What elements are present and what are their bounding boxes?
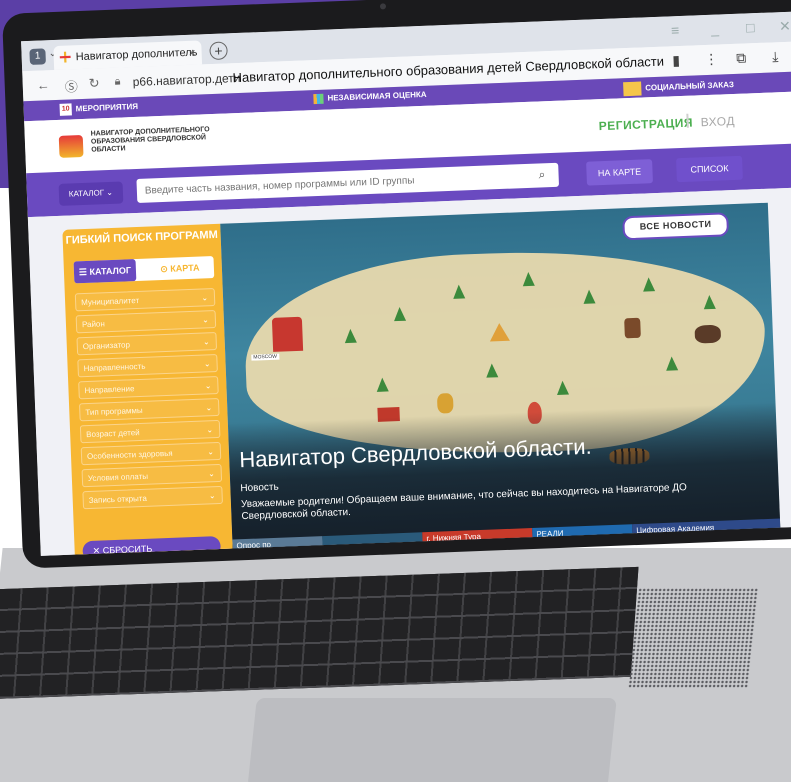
chevron-down-icon: ⌄ (201, 293, 209, 303)
bookmark-icon[interactable]: ▮ (672, 52, 680, 69)
tree-icon (583, 289, 596, 304)
chevron-down-icon: ⌄ (202, 315, 210, 325)
back-icon[interactable]: ← (36, 77, 50, 92)
tree-icon (452, 284, 466, 299)
on-map-button[interactable]: НА КАРТЕ (586, 159, 653, 186)
site-logo-text[interactable]: НАВИГАТОР ДОПОЛНИТЕЛЬНОГО ОБРАЗОВАНИЯ СВ… (91, 125, 232, 154)
independent-rating-link[interactable]: НЕЗАВИСИМАЯ ОЦЕНКА (313, 90, 427, 105)
scene: 1 ⌄ Навигатор дополнитель × + ≡ _ □ ✕ ← … (0, 0, 791, 782)
news-thumb[interactable] (322, 532, 423, 551)
events-link[interactable]: 10 МЕРОПРИЯТИЯ (59, 101, 138, 116)
deer-illustration (624, 317, 641, 339)
new-tab-button[interactable]: + (209, 41, 228, 61)
chevron-down-icon: ⌄ (205, 403, 213, 413)
tree-icon (642, 277, 656, 292)
chevron-down-icon: ⌄ (207, 469, 215, 479)
tree-icon (703, 294, 716, 310)
close-icon[interactable]: ✕ (779, 18, 791, 35)
tree-icon (522, 271, 535, 287)
region-emblem-icon[interactable] (58, 134, 84, 158)
reload-icon[interactable]: ↻ (88, 75, 100, 91)
download-icon[interactable]: ⤓ (772, 48, 779, 65)
samovar-illustration (436, 392, 454, 414)
search-input[interactable] (136, 162, 560, 203)
banner-category: Новость (240, 481, 279, 495)
map-city-label: MOSCOW (251, 353, 280, 361)
chevron-down-icon: ⌄ (206, 425, 214, 435)
news-banner[interactable]: MOSCOW ВСЕ НОВОСТИ Навигатор Свердловско… (220, 202, 781, 554)
keyboard-rows (0, 566, 639, 700)
laptop-base (0, 548, 791, 782)
chevron-down-icon: ⌄ (208, 491, 216, 501)
bear-illustration (694, 324, 722, 344)
search-icon[interactable]: ⌕ (538, 167, 545, 182)
list-button[interactable]: СПИСОК (676, 155, 743, 183)
catalog-dropdown-button[interactable]: КАТАЛОГ ⌄ (58, 181, 124, 206)
menu-icon[interactable]: ≡ (671, 22, 680, 38)
filter-program-type[interactable]: Тип программы ⌄ (79, 397, 220, 422)
calendar-icon: 10 (59, 103, 72, 116)
filter-child-age[interactable]: Возраст детей ⌄ (79, 419, 221, 444)
filter-focus[interactable]: Направленность ⌄ (77, 353, 218, 378)
filter-municipality[interactable]: Муниципалитет ⌄ (74, 288, 216, 312)
chevron-down-icon: ⌄ (204, 381, 212, 391)
maximize-icon[interactable]: □ (746, 19, 755, 35)
filter-enrollment-open[interactable]: Запись открыта ⌄ (82, 485, 223, 510)
chevron-down-icon: ⌄ (202, 337, 210, 347)
register-link[interactable]: РЕГИСТРАЦИЯ (598, 116, 693, 134)
sidebar-title: ГИБКИЙ ПОИСК ПРОГРАММ (65, 228, 218, 247)
close-tab-icon[interactable]: × (188, 41, 196, 65)
tab-title: Навигатор дополнитель (75, 46, 198, 64)
all-news-button[interactable]: ВСЕ НОВОСТИ (622, 212, 730, 241)
laptop-lid: 1 ⌄ Навигатор дополнитель × + ≡ _ □ ✕ ← … (2, 0, 791, 569)
tree-icon (376, 377, 389, 392)
url-text[interactable]: р66.навигатор.дети (132, 71, 240, 89)
tab-catalog[interactable]: ☰ КАТАЛОГ (73, 259, 137, 284)
tree-icon (556, 380, 570, 395)
filter-health[interactable]: Особенности здоровья ⌄ (80, 441, 222, 466)
filter-sidebar: ГИБКИЙ ПОИСК ПРОГРАММ ☰ КАТАЛОГ ⊙ КАРТА … (62, 223, 233, 556)
chevron-down-icon: ⌄ (207, 447, 215, 457)
kremlin-illustration (271, 316, 304, 352)
tree-icon (393, 306, 407, 322)
view-tabs: ☰ КАТАЛОГ ⊙ КАРТА (73, 256, 215, 284)
tree-icon (485, 363, 499, 378)
filter-district[interactable]: Район ⌄ (75, 310, 217, 334)
trackpad (247, 698, 617, 782)
filter-organizer[interactable]: Организатор ⌄ (76, 332, 218, 356)
news-thumb[interactable]: г. Нижняя Тура (422, 528, 533, 547)
site-favicon-icon (59, 51, 71, 63)
news-thumb[interactable]: Опрос по (232, 536, 323, 554)
tab-map[interactable]: ⊙ КАРТА (145, 256, 214, 281)
camera-icon (379, 3, 387, 10)
balalaika-illustration (489, 322, 510, 342)
filter-payment[interactable]: Условия оплаты ⌄ (81, 463, 223, 488)
reset-filters-button[interactable]: ✕ СБРОСИТЬ (82, 536, 221, 556)
speaker-grille (627, 588, 759, 688)
extensions-icon[interactable]: ⧉ (736, 49, 747, 66)
more-icon[interactable]: ⋮ (704, 51, 719, 69)
tree-icon (344, 328, 357, 344)
news-thumb[interactable]: РЕАЛИ (532, 524, 633, 543)
social-order-icon (623, 81, 642, 97)
lock-icon: 🔒︎ (114, 75, 121, 88)
filter-direction[interactable]: Направление ⌄ (78, 375, 219, 400)
workspace-icon[interactable]: 1 (29, 48, 46, 65)
tree-icon (665, 356, 679, 371)
browser-window: 1 ⌄ Навигатор дополнитель × + ≡ _ □ ✕ ← … (21, 10, 791, 556)
main-content: ГИБКИЙ ПОИСК ПРОГРАММ ☰ КАТАЛОГ ⊙ КАРТА … (27, 186, 791, 556)
minimize-icon[interactable]: _ (711, 20, 719, 36)
chart-icon (313, 93, 324, 105)
yandex-icon[interactable]: Ⓢ (64, 76, 79, 95)
social-order-link[interactable]: СОЦИАЛЬНЫЙ ЗАКАЗ (623, 78, 734, 97)
chevron-down-icon: ⌄ (203, 359, 211, 369)
login-link[interactable]: ВХОД (700, 114, 735, 129)
